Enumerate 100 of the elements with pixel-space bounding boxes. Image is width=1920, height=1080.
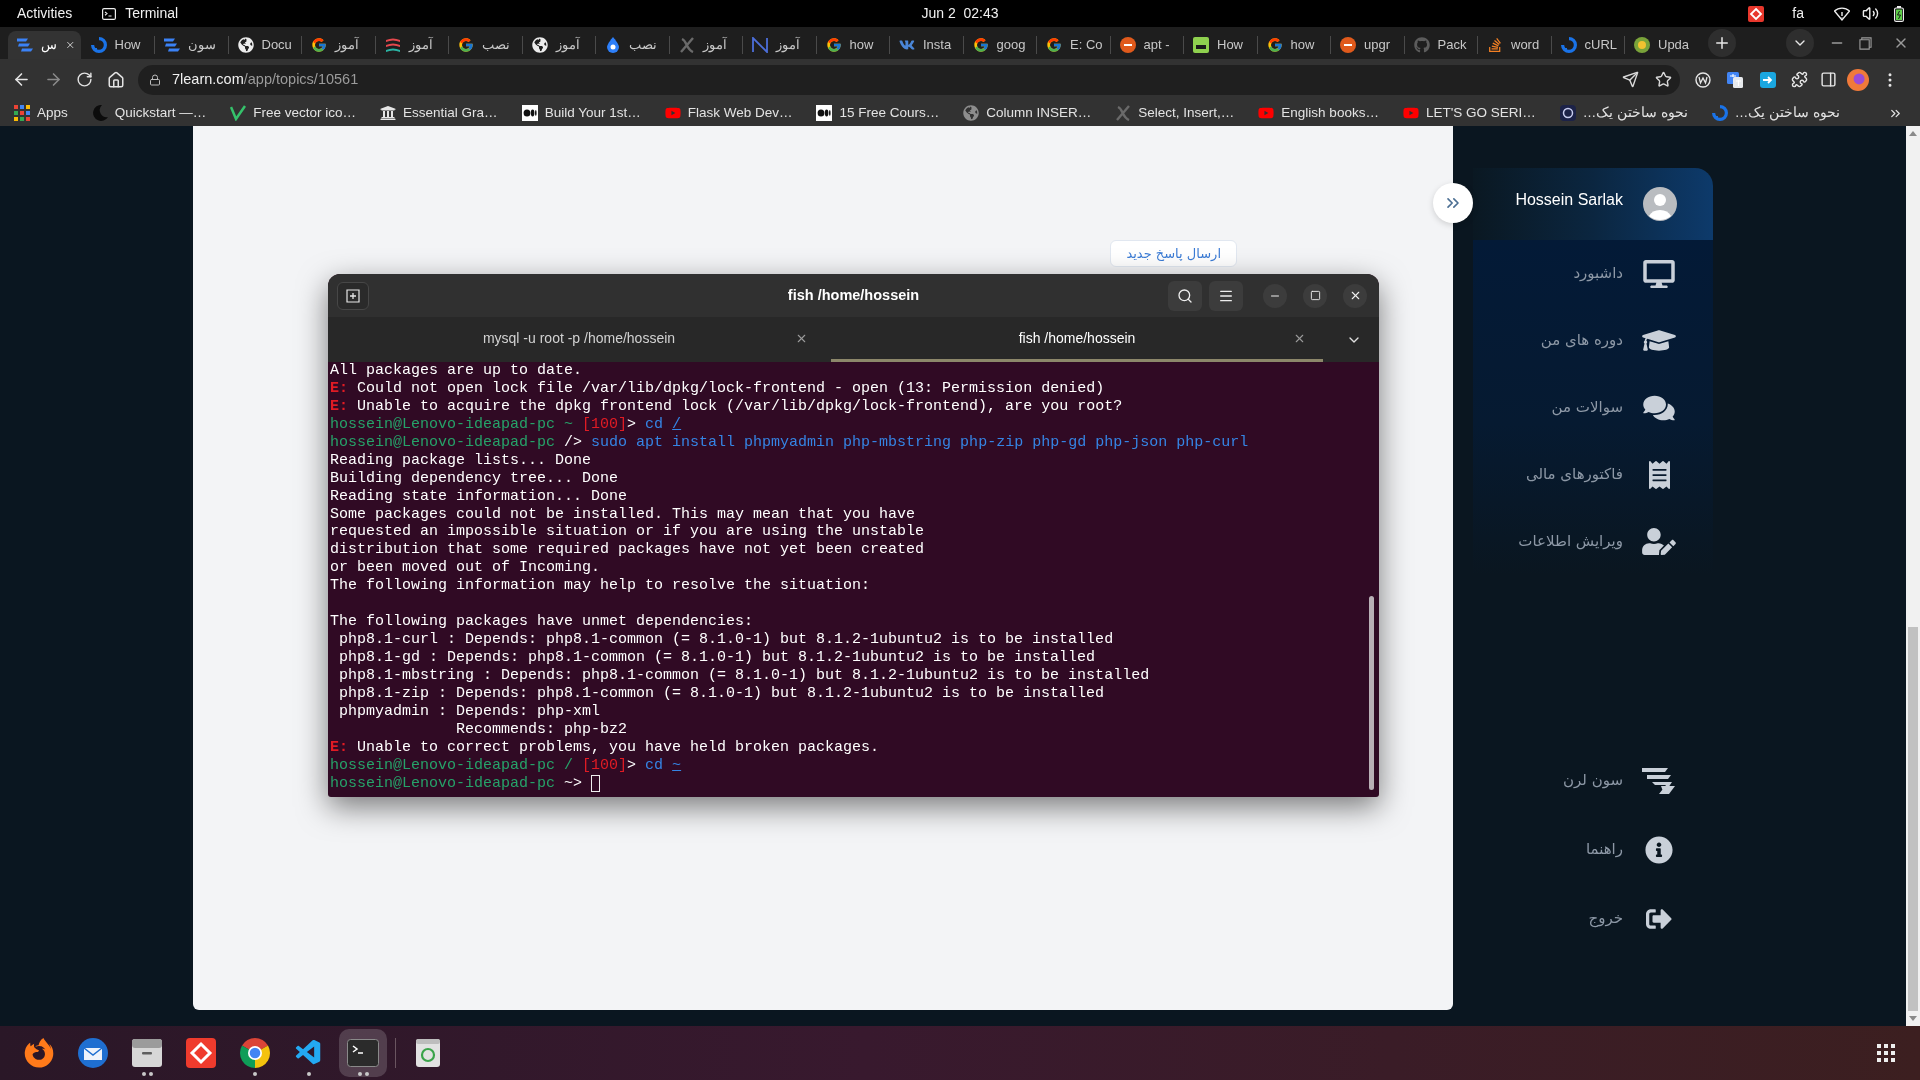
new-reply-button[interactable]: ارسال پاسخ جدید	[1110, 240, 1237, 267]
terminal-output-line: distribution that some required packages have not yet been created	[330, 541, 925, 560]
sidebar-link[interactable]: سوالات من	[1473, 374, 1713, 441]
extensions-icon[interactable]	[1791, 71, 1808, 88]
sidebar-link[interactable]: دوره های من	[1473, 307, 1713, 374]
arrow-tile-icon[interactable]	[1760, 71, 1776, 88]
volume-icon[interactable]	[1862, 5, 1879, 22]
browser-tab[interactable]: goog	[963, 31, 1036, 59]
battery-icon[interactable]	[1894, 5, 1904, 22]
browser-tab[interactable]: نصب	[449, 31, 522, 59]
sidebar-link[interactable]: داشبورد	[1473, 240, 1713, 307]
bookmark[interactable]: Select, Insert,…	[1115, 102, 1235, 124]
bookmark[interactable]: 15 Free Cours…	[816, 102, 940, 124]
bookmark[interactable]: Flask Web Dev…	[664, 102, 793, 124]
bookmark[interactable]: Essential Gra…	[380, 102, 498, 124]
bookmark[interactable]: نحوه ساختن یک…	[1559, 102, 1688, 124]
browser-tab[interactable]: E: Co	[1037, 31, 1110, 59]
scroll-up-icon[interactable]	[1909, 131, 1917, 136]
terminal-tab[interactable]: fish /home/hossein	[831, 317, 1323, 362]
sidebar-link[interactable]: سون لرن	[1473, 746, 1713, 815]
browser-tab[interactable]: apt -	[1110, 31, 1183, 59]
browser-tab[interactable]: Docu	[228, 31, 301, 59]
new-tab-button[interactable]	[1707, 29, 1736, 57]
profile-avatar-icon[interactable]	[1847, 68, 1869, 91]
circle-logo-icon[interactable]	[1695, 71, 1711, 88]
bookmark-star-icon[interactable]	[1655, 71, 1672, 88]
terminal-output-line: The following information may help to resolve the situation:	[330, 577, 871, 596]
favicon-icon	[1559, 105, 1576, 121]
close-button[interactable]	[1343, 283, 1367, 308]
scroll-down-icon[interactable]	[1909, 1016, 1917, 1021]
browser-tab[interactable]: how	[1257, 31, 1330, 59]
forward-icon[interactable]	[44, 70, 63, 89]
browser-tab[interactable]: Insta	[890, 31, 963, 59]
browser-tab[interactable]: how	[816, 31, 889, 59]
bookmark[interactable]: نحوه ساختن یک…	[1711, 102, 1840, 124]
terminal-output-line: php8.1-mbstring : Depends: php8.1-common (= 8.1.0-1) but 8.1.2-1ubuntu2 is to be installed	[338, 666, 1150, 685]
browser-tab[interactable]: cURL	[1551, 31, 1624, 59]
browser-tab[interactable]: upgr	[1331, 31, 1404, 59]
dock-app-button[interactable]	[339, 1029, 387, 1077]
graduation-cap-icon	[1642, 327, 1676, 354]
home-icon[interactable]	[107, 70, 125, 89]
send-icon[interactable]	[1622, 71, 1639, 88]
stripes-logo-icon	[1642, 767, 1676, 794]
terminal-prompt-line: hossein@Lenovo-ideapad-pc / [100]> cd ~	[330, 756, 682, 775]
minimize-button[interactable]	[1263, 283, 1287, 308]
sidebar-link[interactable]: راهنما	[1473, 815, 1713, 884]
back-icon[interactable]	[12, 70, 31, 89]
bookmark[interactable]: Apps	[14, 102, 68, 124]
bookmark[interactable]: Build Your 1st…	[521, 102, 641, 124]
bookmark[interactable]: Free vector ico…	[230, 102, 357, 124]
browser-tab[interactable]: Pack	[1404, 31, 1477, 59]
browser-tab[interactable]: آموز	[302, 31, 375, 59]
search-button[interactable]	[1168, 280, 1202, 311]
browser-tab[interactable]: سون	[155, 31, 228, 59]
clock[interactable]: Jun 2 02:43	[921, 3, 999, 24]
reload-icon[interactable]	[76, 71, 93, 88]
new-tab-button[interactable]	[337, 281, 369, 310]
keyboard-layout[interactable]: fa	[1792, 3, 1804, 24]
terminal-output-line: All packages are up to date.	[330, 362, 583, 380]
bookmark[interactable]: Column INSER…	[963, 102, 1092, 124]
favicon-icon	[1560, 37, 1577, 53]
browser-tab[interactable]: آموز	[669, 31, 742, 59]
terminal-tab[interactable]: mysql -u root -p /home/hossein	[333, 317, 825, 362]
browser-tab[interactable]: نصب	[596, 31, 669, 59]
side-panel-icon[interactable]	[1820, 71, 1837, 88]
browser-tab[interactable]: How	[1184, 31, 1257, 59]
maximize-button[interactable]	[1303, 283, 1327, 308]
favicon-icon	[1402, 105, 1419, 121]
address-bar[interactable]: 7learn.com/app/topics/10561	[138, 64, 1680, 95]
activities-button[interactable]: Activities	[17, 3, 73, 24]
tab-search-button[interactable]	[1785, 29, 1814, 57]
translate-icon[interactable]	[1727, 71, 1743, 88]
menu-button[interactable]	[1209, 280, 1243, 311]
restore-icon[interactable]	[1858, 36, 1872, 50]
browser-tab[interactable]: س	[8, 31, 81, 59]
expand-button[interactable]	[1433, 183, 1473, 223]
firefox-icon	[24, 1038, 54, 1068]
favicon-icon	[230, 105, 247, 121]
terminal-prompt-line: hossein@Lenovo-ideapad-pc ~>	[330, 774, 584, 793]
sidebar-link[interactable]: فاکتورهای مالی	[1473, 441, 1713, 508]
scrollbar-thumb[interactable]	[1369, 596, 1374, 790]
browser-tab[interactable]: آموز	[375, 31, 448, 59]
bookmark[interactable]: English books…	[1258, 102, 1379, 124]
browser-tab[interactable]: آموز	[743, 31, 816, 59]
app-menu[interactable]: Terminal	[102, 3, 179, 24]
favicon-icon	[678, 37, 695, 53]
browser-tab[interactable]: word	[1478, 31, 1551, 59]
wifi-icon[interactable]	[1834, 6, 1850, 21]
bookmark[interactable]: LET'S GO SERI…	[1402, 102, 1536, 124]
sidebar-link[interactable]: ویرایش اطلاعات	[1473, 508, 1713, 575]
bookmark[interactable]: Quickstart —…	[91, 102, 207, 124]
browser-tab[interactable]: Upda	[1625, 31, 1698, 59]
browser-tab[interactable]: How	[81, 31, 154, 59]
browser-tab[interactable]: آموز	[522, 31, 595, 59]
scrollbar-thumb[interactable]	[1908, 627, 1918, 1011]
maximize-icon	[1309, 290, 1321, 301]
search-icon	[1177, 287, 1193, 304]
show-apps-button[interactable]	[1874, 1041, 1898, 1065]
sidebar-link[interactable]: خروج	[1473, 884, 1713, 953]
diamond-tile-icon[interactable]	[1748, 5, 1765, 22]
